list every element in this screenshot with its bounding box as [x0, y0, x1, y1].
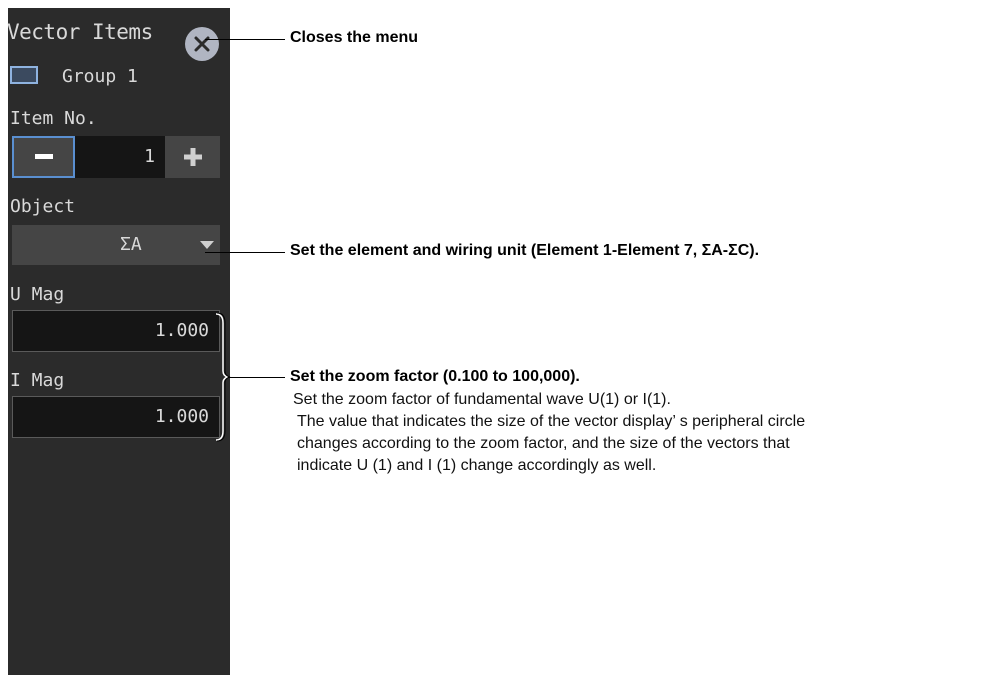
u-mag-label: U Mag — [10, 284, 65, 305]
close-annotation: Closes the menu — [290, 29, 419, 46]
item-no-value[interactable]: 1 — [75, 136, 165, 178]
chevron-down-icon — [200, 241, 214, 249]
zoom-description-line-2: The value that indicates the size of the… — [297, 413, 806, 430]
increment-button[interactable] — [165, 136, 220, 178]
zoom-description-line-1: Set the zoom factor of fundamental wave … — [293, 391, 671, 408]
group-label: Group 1 — [62, 66, 138, 87]
i-mag-field[interactable]: 1.000 — [12, 396, 220, 438]
menu-title: Vector Items — [7, 20, 153, 44]
minus-icon — [34, 154, 53, 159]
item-no-label: Item No. — [10, 108, 97, 129]
group-icon — [10, 66, 38, 84]
object-dropdown[interactable]: ΣA — [12, 225, 220, 265]
decrement-button[interactable] — [12, 136, 75, 178]
object-leader-line — [205, 252, 285, 253]
object-dropdown-value: ΣA — [120, 234, 142, 255]
object-label: Object — [10, 196, 76, 217]
object-annotation: Set the element and wiring unit (Element… — [290, 242, 760, 259]
i-mag-label: I Mag — [10, 370, 65, 391]
zoom-description-line-3: changes according to the zoom factor, an… — [297, 435, 790, 452]
zoom-description-line-4: indicate U (1) and I (1) change accordin… — [297, 457, 657, 474]
close-leader-line — [205, 39, 285, 40]
close-icon — [194, 36, 210, 52]
zoom-leader-line — [228, 377, 285, 378]
bracket-indicator — [215, 313, 231, 442]
plus-icon — [183, 148, 202, 166]
close-button[interactable] — [185, 27, 219, 61]
zoom-annotation-title: Set the zoom factor (0.100 to 100,000). — [290, 368, 580, 385]
u-mag-field[interactable]: 1.000 — [12, 310, 220, 352]
